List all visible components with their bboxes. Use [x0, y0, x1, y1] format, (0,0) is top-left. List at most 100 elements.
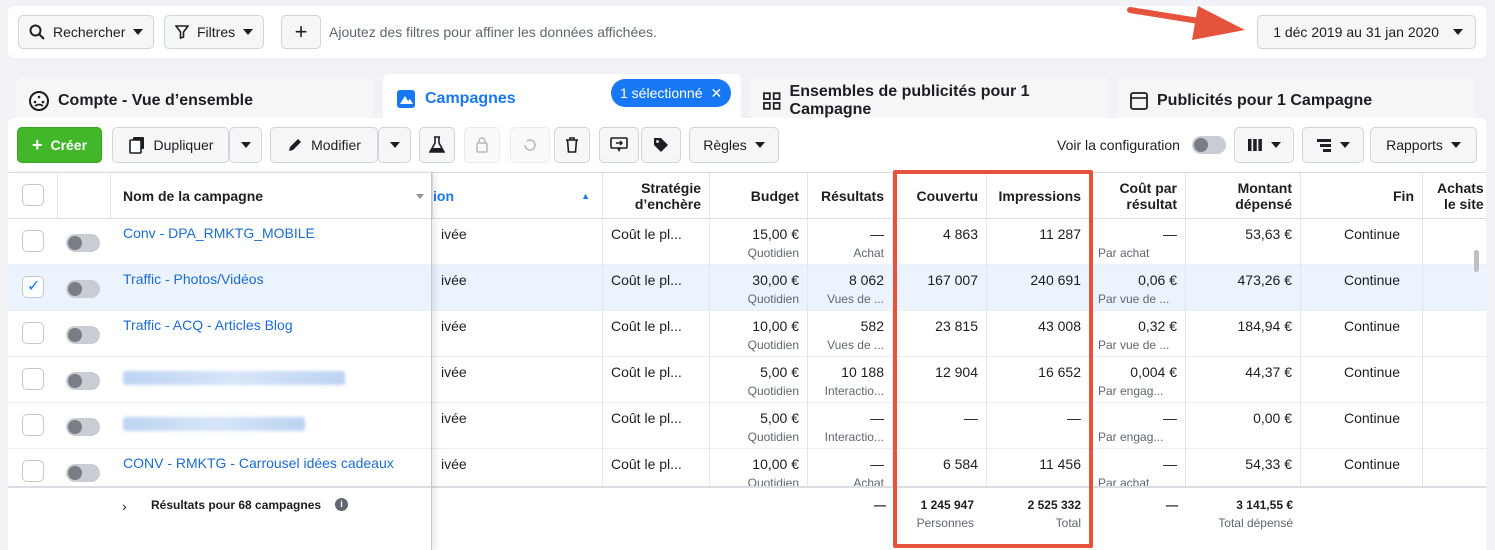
- campaign-status-toggle[interactable]: [66, 372, 100, 390]
- column-header-cost-per-result[interactable]: Coût par résultat: [1090, 173, 1186, 219]
- column-header-amount-spent[interactable]: Montant dépensé: [1186, 173, 1301, 219]
- preview-icon: [610, 137, 628, 152]
- ab-test-button[interactable]: [419, 127, 455, 163]
- chevron-down-icon: [389, 142, 400, 148]
- rules-button[interactable]: Règles: [689, 127, 779, 163]
- select-all-cell: [8, 173, 58, 219]
- vertical-scrollbar[interactable]: [1474, 250, 1479, 272]
- view-config[interactable]: Voir la configuration: [1057, 136, 1226, 154]
- row-checkbox[interactable]: [22, 368, 44, 390]
- edit-button[interactable]: Modifier: [270, 127, 378, 163]
- campaign-name-link[interactable]: Traffic - ACQ - Articles Blog: [123, 317, 293, 333]
- date-range-picker[interactable]: 1 déc 2019 au 31 jan 2020: [1257, 15, 1476, 49]
- tab-campaigns[interactable]: Campagnes 1 sélectionné ✕: [383, 74, 741, 124]
- view-config-toggle[interactable]: [1191, 136, 1226, 154]
- campaign-name-link[interactable]: Conv - DPA_RMKTG_MOBILE: [123, 225, 315, 241]
- redacted-campaign-name: [123, 417, 305, 431]
- row-checkbox[interactable]: [22, 414, 44, 436]
- duplicate-menu-button[interactable]: [229, 127, 262, 163]
- create-button[interactable]: + Créer: [17, 127, 102, 163]
- reports-button[interactable]: Rapports: [1370, 127, 1477, 163]
- budget-cell[interactable]: 30,00 € Quotidien: [710, 265, 808, 311]
- budget-cell[interactable]: 15,00 € Quotidien: [710, 219, 808, 265]
- delivery-value: ivée: [441, 410, 467, 426]
- column-header-results[interactable]: Résultats: [808, 173, 893, 219]
- row-checkbox[interactable]: [22, 460, 44, 482]
- row-checkbox[interactable]: [22, 230, 44, 252]
- add-filter-button[interactable]: +: [281, 15, 321, 49]
- campaign-status-toggle[interactable]: [66, 234, 100, 252]
- rules-label: Règles: [703, 137, 747, 153]
- campaign-name-link[interactable]: CONV - RMKTG - Carrousel idées cadeaux: [123, 455, 394, 471]
- delete-button[interactable]: [554, 127, 590, 163]
- budget-cell[interactable]: 10,00 € Quotidien: [710, 311, 808, 357]
- breakdown-button[interactable]: [1302, 127, 1364, 163]
- filter-hint[interactable]: Ajoutez des filtres pour affiner les don…: [329, 24, 657, 40]
- tag-button[interactable]: [641, 127, 681, 163]
- sort-asc-icon: ▲: [581, 191, 590, 201]
- column-header-name[interactable]: Nom de la campagne: [111, 173, 433, 219]
- end-value: Continue: [1343, 318, 1400, 334]
- budget-value: 15,00 €: [752, 226, 799, 242]
- footer-cost-per-result: —: [1166, 498, 1178, 512]
- archive-button[interactable]: [464, 127, 500, 163]
- columns-button[interactable]: [1234, 127, 1294, 163]
- search-button[interactable]: Rechercher: [18, 15, 155, 49]
- budget-value: 30,00 €: [752, 272, 799, 288]
- amount-spent-value: 184,94 €: [1237, 318, 1293, 334]
- breakdown-icon: [1317, 139, 1331, 152]
- campaign-icon: [397, 90, 415, 108]
- chevron-down-icon: [1340, 142, 1350, 148]
- duplicate-button[interactable]: Dupliquer: [112, 127, 229, 163]
- column-label: Montant: [1237, 180, 1292, 196]
- budget-cell[interactable]: 5,00 € Quotidien: [710, 403, 808, 449]
- end-cell: Continue: [1301, 219, 1423, 265]
- campaign-name-link[interactable]: Traffic - Photos/Vidéos: [123, 271, 264, 287]
- results-value: —: [870, 410, 884, 426]
- chevron-down-icon: [754, 142, 765, 148]
- trash-icon: [566, 137, 578, 153]
- table-row[interactable]: ivée Coût le pl... 5,00 € Quotidien 10 188 In…: [8, 357, 1486, 403]
- results-value: 10 188: [841, 364, 884, 380]
- table-row[interactable]: Conv - DPA_RMKTG_MOBILE ivée Coût le pl...…: [8, 219, 1486, 265]
- select-all-checkbox[interactable]: [22, 184, 44, 206]
- selected-badge[interactable]: 1 sélectionné ✕: [611, 79, 732, 107]
- table-row[interactable]: Traffic - ACQ - Articles Blog ivée Coût le…: [8, 311, 1486, 357]
- campaign-status-toggle[interactable]: [66, 280, 100, 298]
- cost-per-result-cell: 0,004 € Par engag...: [1090, 357, 1186, 403]
- cost-per-result-value: 0,06 €: [1138, 272, 1177, 288]
- column-header-purchases[interactable]: Achats le site: [1423, 173, 1486, 219]
- column-header-end[interactable]: Fin: [1301, 173, 1423, 219]
- column-label: Achats: [1437, 180, 1484, 196]
- column-header-budget[interactable]: Budget: [710, 173, 808, 219]
- amount-spent-value: 473,26 €: [1237, 272, 1293, 288]
- edit-menu-button[interactable]: [378, 127, 411, 163]
- preview-button[interactable]: [599, 127, 639, 163]
- column-label: le site: [1443, 196, 1484, 212]
- column-header-delivery[interactable]: ion ▲: [433, 173, 603, 219]
- amount-spent-cell: 0,00 €: [1186, 403, 1301, 449]
- footer-label: Résultats pour 68 campagnes: [151, 498, 322, 512]
- copy-icon: [128, 137, 144, 154]
- highlight-annotation: [893, 170, 1093, 548]
- amount-spent-value: 44,37 €: [1245, 364, 1292, 380]
- table-row[interactable]: Traffic - Photos/Vidéos ivée Coût le pl...…: [8, 265, 1486, 311]
- table-row[interactable]: ivée Coût le pl... 5,00 € Quotidien — Interac…: [8, 403, 1486, 449]
- campaign-status-toggle[interactable]: [66, 464, 100, 482]
- expand-chevron-icon[interactable]: ›: [122, 498, 127, 514]
- campaign-status-toggle[interactable]: [66, 418, 100, 436]
- close-icon[interactable]: ✕: [711, 85, 723, 102]
- refresh-button[interactable]: [510, 127, 550, 163]
- flask-icon: [429, 136, 445, 153]
- info-icon[interactable]: i: [335, 498, 348, 511]
- campaign-status-toggle[interactable]: [66, 326, 100, 344]
- filters-button[interactable]: Filtres: [164, 15, 265, 49]
- cost-per-result-sub: Par vue de ...: [1098, 292, 1170, 306]
- column-header-strategy[interactable]: Stratégie d’enchère: [603, 173, 710, 219]
- strategy-cell: Coût le pl...: [603, 219, 710, 265]
- end-value: Continue: [1343, 410, 1400, 426]
- budget-cell[interactable]: 5,00 € Quotidien: [710, 357, 808, 403]
- row-checkbox[interactable]: [22, 276, 44, 298]
- funnel-icon: [175, 25, 189, 39]
- row-checkbox[interactable]: [22, 322, 44, 344]
